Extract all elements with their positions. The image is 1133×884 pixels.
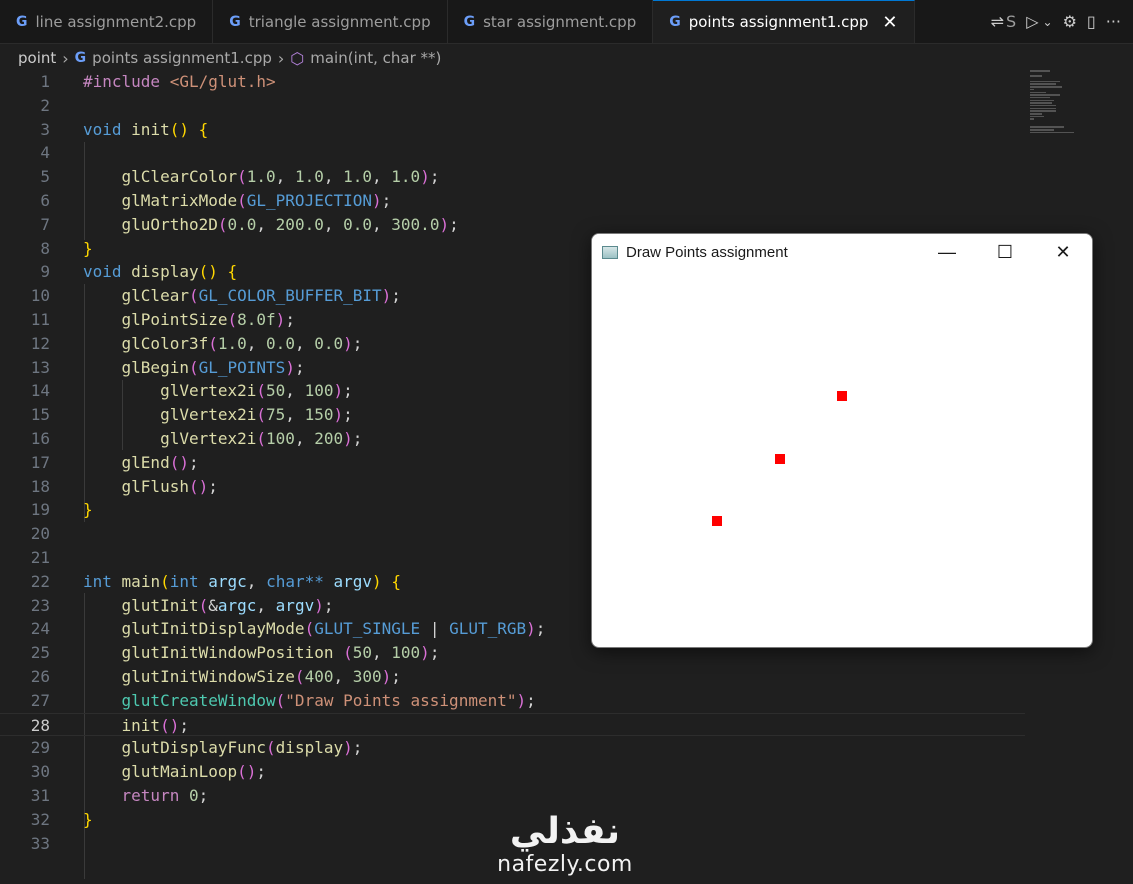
glut-window-title: Draw Points assignment (626, 244, 788, 261)
code-line: 29 glutDisplayFunc(display); (30, 738, 363, 758)
editor-tab-bar: G line assignment2.cpp G triangle assign… (0, 0, 1133, 44)
code-line: 30 glutMainLoop(); (30, 762, 267, 782)
maximize-button[interactable]: ☐ (976, 234, 1034, 271)
code-line: 27 glutCreateWindow("Draw Points assignm… (30, 690, 536, 710)
code-line: 26 glutInitWindowSize(400, 300); (30, 667, 401, 686)
breadcrumb-symbol[interactable]: main(int, char **) (310, 49, 441, 67)
tab-points-assignment1[interactable]: G points assignment1.cpp ✕ (653, 0, 915, 43)
breadcrumb: point › G points assignment1.cpp › ⬡ mai… (0, 43, 1133, 73)
tab-line-assignment2[interactable]: G line assignment2.cpp (0, 0, 214, 43)
ellipsis-icon[interactable]: ··· (1106, 12, 1121, 31)
tab-label: points assignment1.cpp (688, 13, 869, 31)
code-line: 2 (40, 95, 50, 115)
method-cube-icon: ⬡ (290, 48, 305, 68)
split-label: S (1006, 12, 1017, 31)
minimap[interactable] (1030, 70, 1085, 140)
cpp-file-icon: G (229, 13, 241, 30)
watermark-logo: نفذلي nafezly.com (495, 812, 635, 882)
chevron-down-icon[interactable]: ⌄ (1043, 15, 1053, 29)
gl-point (774, 453, 785, 464)
cpp-file-icon: G (16, 13, 28, 30)
code-line: 1 #include <GL/glut.h> (40, 72, 276, 91)
code-line: 3 void init() { (40, 119, 209, 139)
app-window-icon (602, 246, 618, 259)
gl-point (837, 391, 847, 401)
code-line: 5 glClearColor(1.0, 1.0, 1.0, 1.0); (40, 167, 440, 187)
tab-label: star assignment.cpp (483, 12, 637, 31)
gl-point (712, 516, 722, 526)
cpp-file-icon: G (463, 13, 476, 30)
watermark-arabic: نفذلي (509, 811, 621, 852)
code-line: 6 glMatrixMode(GL_PROJECTION); (40, 191, 392, 210)
editor-actions: ⇌ S ▷ ⌄ ⚙ ▯ ··· (985, 0, 1133, 43)
chevron-right-icon: › (277, 48, 285, 68)
close-button[interactable]: ✕ (1034, 234, 1092, 271)
close-icon[interactable]: ✕ (882, 12, 897, 33)
glut-window[interactable]: Draw Points assignment — ☐ ✕ (591, 233, 1093, 648)
tab-label: triangle assignment.cpp (248, 12, 431, 31)
breadcrumb-folder[interactable]: point (18, 49, 56, 67)
tab-triangle-assignment[interactable]: G triangle assignment.cpp (213, 0, 448, 43)
gear-icon[interactable]: ⚙ (1063, 12, 1077, 31)
minimize-button[interactable]: — (918, 234, 976, 271)
compare-changes-icon[interactable]: ⇌ (991, 12, 1004, 31)
glut-window-titlebar[interactable]: Draw Points assignment — ☐ ✕ (592, 234, 1092, 271)
code-line: 4 (40, 143, 50, 163)
tab-label: line assignment2.cpp (35, 12, 197, 31)
chevron-right-icon: › (62, 48, 69, 68)
cpp-file-icon: G (74, 50, 87, 66)
watermark-latin: nafezly.com (497, 852, 633, 877)
play-icon[interactable]: ▷ (1026, 12, 1038, 31)
code-line-current: 28 init(); (0, 712, 1025, 737)
cpp-file-icon: G (669, 14, 681, 30)
tab-star-assignment[interactable]: G star assignment.cpp (448, 0, 654, 43)
gl-canvas (592, 271, 1092, 646)
split-editor-icon[interactable]: ▯ (1087, 12, 1096, 31)
code-line: 31 return 0; (30, 786, 209, 805)
breadcrumb-file[interactable]: points assignment1.cpp (92, 49, 272, 67)
